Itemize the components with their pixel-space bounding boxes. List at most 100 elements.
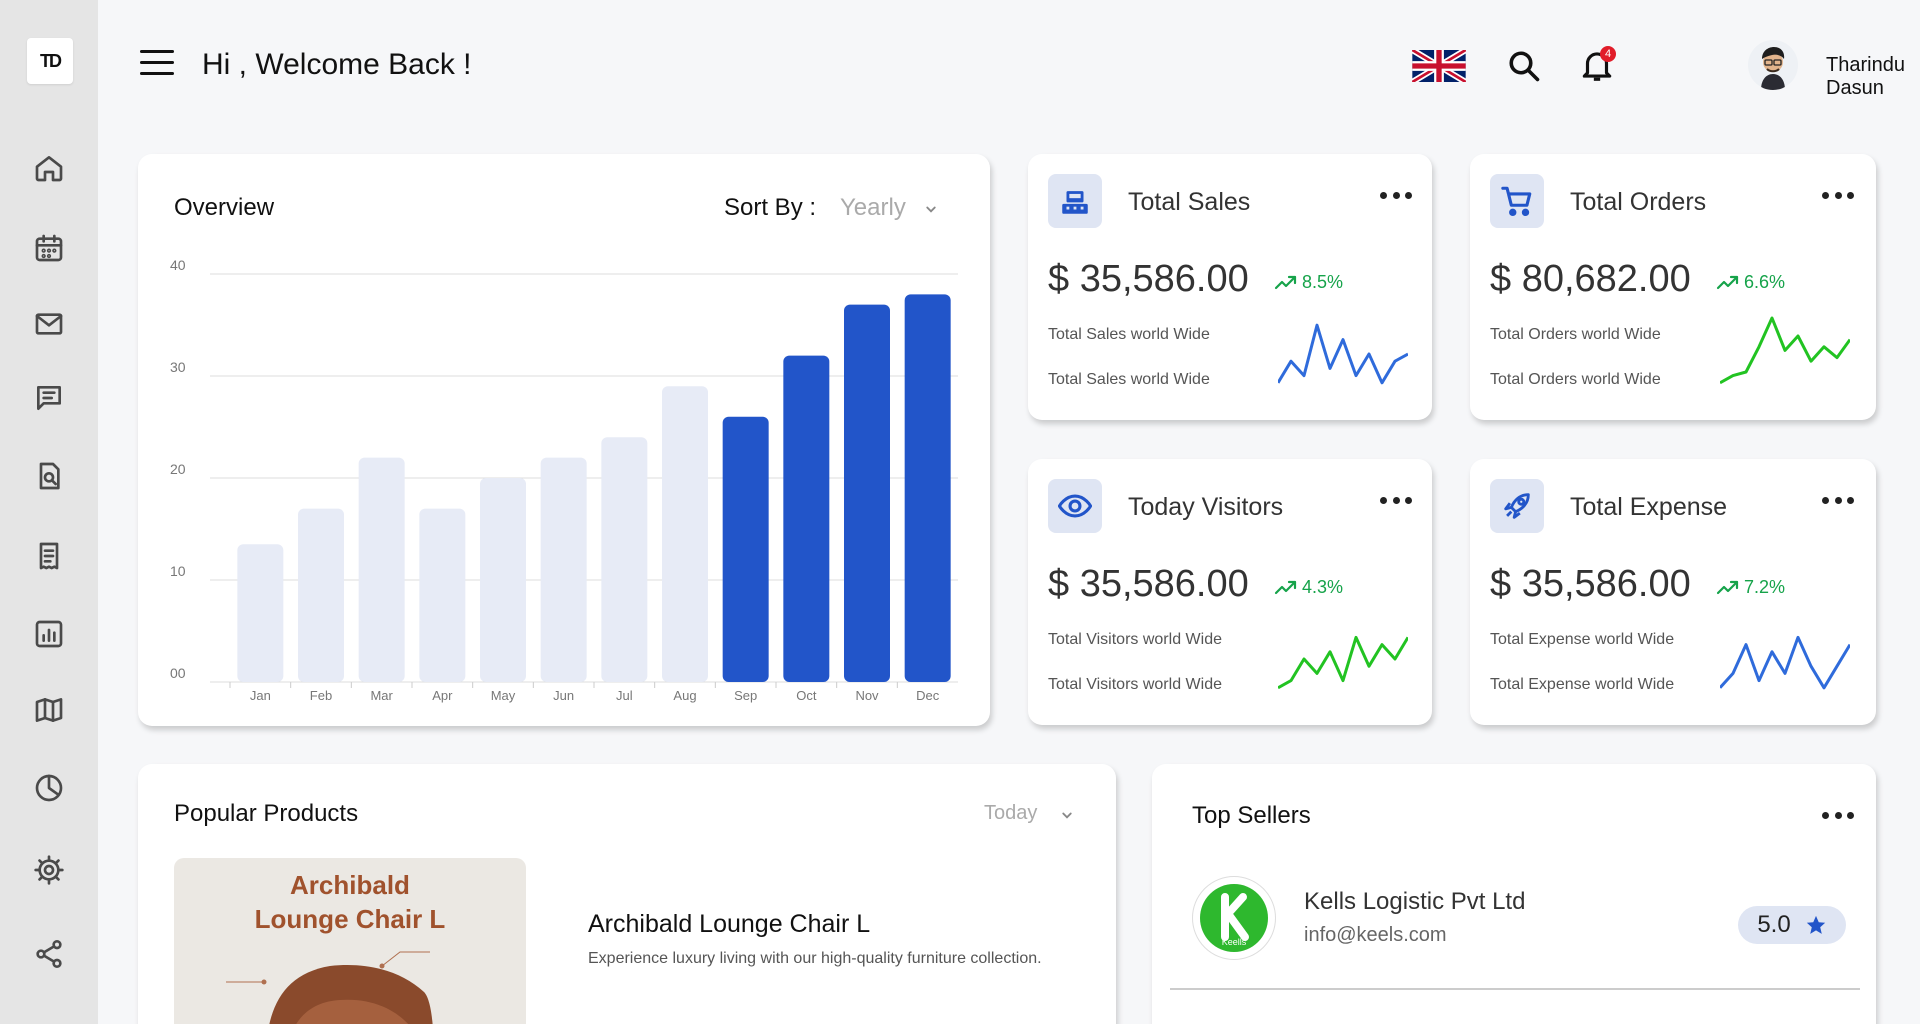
x-tick-label: Mar xyxy=(370,688,393,703)
bar xyxy=(419,508,466,682)
document-search-icon[interactable] xyxy=(31,458,67,494)
share-icon[interactable] xyxy=(31,936,67,972)
stat-title: Today Visitors xyxy=(1128,493,1284,521)
product-name[interactable]: Archibald Lounge Chair L xyxy=(588,910,870,939)
sort-by-label: Sort By : xyxy=(724,194,817,221)
sparkline xyxy=(1720,316,1850,385)
overview-card: Overview Sort By : Yearly 00 10 20 30 40 Jan F… xyxy=(138,154,990,726)
period-select[interactable]: Today xyxy=(984,802,1037,825)
bar xyxy=(237,544,284,682)
message-icon[interactable] xyxy=(31,380,67,416)
stat-subtitle: Total Expense world Wide xyxy=(1490,676,1675,693)
bar xyxy=(540,457,587,682)
sparkline xyxy=(1720,635,1850,690)
divider xyxy=(1170,988,1860,990)
seller-email[interactable]: info@keels.com xyxy=(1304,924,1447,947)
mail-icon[interactable] xyxy=(31,306,67,342)
stat-subtitle: Total Sales world Wide xyxy=(1048,326,1210,343)
trend-up-icon xyxy=(1274,275,1297,289)
username[interactable]: Tharindu Dasun xyxy=(1826,54,1920,100)
stat-card-total-expense: Total Expense $ 35,586.00 7.2% Total Exp… xyxy=(1470,459,1876,725)
stat-title: Total Sales xyxy=(1128,188,1251,216)
trend-up-icon xyxy=(1716,580,1739,594)
bar xyxy=(662,386,708,682)
stat-value: $ 35,586.00 xyxy=(1490,563,1691,605)
y-tick-label: 10 xyxy=(170,563,186,579)
stat-value: $ 35,586.00 xyxy=(1048,258,1249,300)
more-options-icon[interactable] xyxy=(1822,493,1854,507)
trend-value: 8.5% xyxy=(1302,272,1344,292)
trend-value: 4.3% xyxy=(1302,577,1344,597)
report-icon[interactable] xyxy=(31,616,67,652)
app-logo[interactable]: TD xyxy=(27,38,73,84)
calendar-icon[interactable] xyxy=(31,230,67,266)
home-icon[interactable] xyxy=(31,150,67,186)
receipt-icon[interactable] xyxy=(31,538,67,574)
avatar[interactable] xyxy=(1748,40,1798,90)
more-options-icon[interactable] xyxy=(1822,808,1854,822)
x-tick-label: Jan xyxy=(250,688,271,703)
x-tick-label: Sep xyxy=(734,688,757,703)
search-icon[interactable] xyxy=(1506,48,1542,84)
trend-value: 6.6% xyxy=(1744,272,1786,292)
chevron-down-icon[interactable] xyxy=(1058,806,1076,824)
bar xyxy=(358,457,405,682)
gear-icon[interactable] xyxy=(31,852,67,888)
trend-indicator: 7.2% xyxy=(1716,577,1785,598)
x-tick-label: Apr xyxy=(432,688,453,703)
map-icon[interactable] xyxy=(31,692,67,728)
uk-flag-icon[interactable] xyxy=(1412,50,1466,82)
sidebar: TD xyxy=(0,0,98,1024)
y-tick-label: 30 xyxy=(170,359,186,375)
seller-logo: Keells xyxy=(1192,876,1276,960)
cart-icon xyxy=(1490,174,1544,228)
bar xyxy=(480,478,526,682)
stat-subtitle: Total Orders world Wide xyxy=(1490,326,1661,343)
stat-subtitle: Total Visitors world Wide xyxy=(1048,676,1222,693)
bar xyxy=(783,355,830,682)
stat-title: Total Orders xyxy=(1570,188,1707,216)
more-options-icon[interactable] xyxy=(1822,188,1854,202)
top-sellers-title: Top Sellers xyxy=(1192,802,1311,829)
stat-card-total-sales: Total Sales $ 35,586.00 8.5% Total Sales… xyxy=(1028,154,1432,420)
x-tick-label: Jun xyxy=(553,688,574,703)
overview-title: Overview xyxy=(174,194,275,221)
product-image[interactable]: Archibald Lounge Chair L xyxy=(174,858,526,1024)
chair-illustration xyxy=(226,951,433,1024)
stat-value: $ 35,586.00 xyxy=(1048,563,1249,605)
trend-indicator: 8.5% xyxy=(1274,272,1343,293)
rating-badge: 5.0 xyxy=(1738,906,1846,944)
x-tick-label: Oct xyxy=(796,688,817,703)
y-tick-label: 40 xyxy=(170,257,186,273)
more-options-icon[interactable] xyxy=(1380,493,1412,507)
bar xyxy=(298,508,344,682)
sparkline-path xyxy=(1720,635,1850,690)
sort-by-select[interactable]: Yearly xyxy=(840,194,906,222)
y-tick-label: 00 xyxy=(170,665,186,681)
x-tick-label: Aug xyxy=(673,688,696,703)
stat-card-today-visitors: Today Visitors $ 35,586.00 4.3% Total Vi… xyxy=(1028,459,1432,725)
seller-name[interactable]: Kells Logistic Pvt Ltd xyxy=(1304,888,1525,916)
product-description: Experience luxury living with our high-q… xyxy=(588,950,1042,967)
trend-value: 7.2% xyxy=(1744,577,1786,597)
topbar: Hi , Welcome Back ! 4 Tharindu Dasun xyxy=(98,0,1920,130)
sparkline xyxy=(1278,323,1408,385)
rocket-icon xyxy=(1490,479,1544,533)
more-options-icon[interactable] xyxy=(1380,188,1412,202)
popular-products-title: Popular Products xyxy=(174,800,359,827)
trend-up-icon xyxy=(1716,275,1739,289)
x-tick-label: May xyxy=(491,688,516,703)
seller-logo-text: Keells xyxy=(1222,937,1247,947)
x-tick-label: Dec xyxy=(916,688,940,703)
overview-bar-chart: 00 10 20 30 40 Jan Feb Mar Apr May Jun Jul Aug Sep Oct… xyxy=(170,257,958,703)
hamburger-menu-icon[interactable] xyxy=(140,50,174,80)
bar xyxy=(601,437,648,682)
sparkline-path xyxy=(1278,323,1408,385)
chevron-down-icon[interactable] xyxy=(922,200,940,218)
pie-chart-icon[interactable] xyxy=(31,770,67,806)
sparkline xyxy=(1278,635,1408,690)
stat-subtitle: Total Expense world Wide xyxy=(1490,631,1675,648)
cash-register-icon xyxy=(1048,174,1102,228)
bar xyxy=(904,294,951,682)
trend-up-icon xyxy=(1274,580,1297,594)
